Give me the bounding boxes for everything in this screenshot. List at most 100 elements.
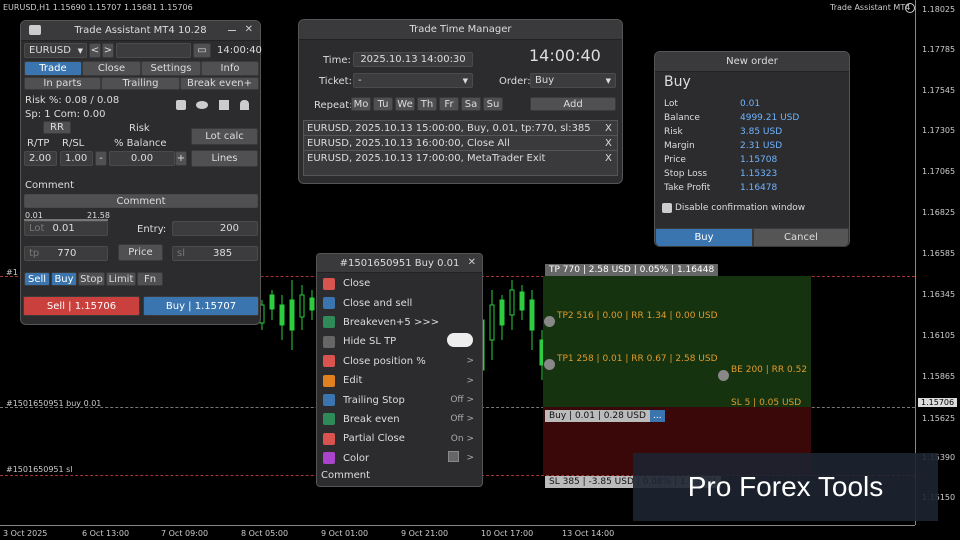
balance-label: % Balance (114, 138, 167, 149)
ta-titlebar[interactable]: Trade Assistant MT4 10.28 ✕ (21, 21, 260, 41)
risk-plus-button[interactable]: + (175, 151, 187, 166)
order-type-fn[interactable]: Fn (137, 272, 163, 286)
tab-in-parts[interactable]: In parts (24, 77, 101, 90)
tab-trailing[interactable]: Trailing (101, 77, 180, 90)
day-tu[interactable]: Tu (373, 97, 393, 111)
day-su[interactable]: Su (483, 97, 503, 111)
folder-icon[interactable]: ▭ (193, 43, 211, 58)
menu-item[interactable]: Close position % > (317, 352, 482, 371)
new-order-dialog: New order Buy Lot 0.01 Balance 4999.21 USD R… (654, 51, 850, 247)
menu-item[interactable]: Close and sell (317, 293, 482, 312)
lot-input[interactable]: Lot 0.01 (24, 221, 108, 236)
entry-input[interactable]: 200 (172, 221, 258, 236)
ttm-time-input[interactable]: 2025.10.13 14:00:30 (353, 52, 473, 67)
bell-icon[interactable] (240, 100, 249, 110)
sl-input[interactable]: sl 385 (172, 246, 258, 261)
tp-input[interactable]: tp 770 (24, 246, 108, 261)
day-we[interactable]: We (395, 97, 415, 111)
menu-item[interactable]: Partial Close On > (317, 429, 482, 448)
price-tick: 1.16825 (922, 208, 956, 217)
order-field-label: Margin (664, 141, 695, 151)
menu-item[interactable]: Trailing Stop Off > (317, 390, 482, 409)
task-delete-button[interactable]: X (605, 123, 612, 134)
time-tick: 9 Oct 21:00 (401, 529, 449, 538)
color-swatch[interactable] (448, 451, 459, 462)
eye-icon[interactable] (196, 101, 208, 109)
minimize-icon[interactable] (228, 30, 236, 31)
rtp-stepper[interactable]: 2.00 (24, 151, 57, 166)
task-row[interactable]: EURUSD, 2025.10.13 15:00:00, Buy, 0.01, … (304, 121, 617, 136)
menu-item[interactable]: Break even Off > (317, 410, 482, 429)
menu-item-suffix: > (466, 453, 474, 464)
order-field-value: 1.15708 (740, 155, 778, 165)
tp-zone-header[interactable]: TP 770 | 2.58 USD | 0.05% | 1.16448 (545, 264, 719, 276)
be-handle[interactable] (718, 370, 729, 381)
next-symbol-button[interactable]: > (102, 43, 114, 58)
watermark: Pro Forex Tools (633, 453, 938, 521)
tp1-handle[interactable] (544, 359, 555, 370)
comment-input[interactable]: Comment (24, 194, 258, 208)
day-sa[interactable]: Sa (461, 97, 481, 111)
prev-symbol-button[interactable]: < (89, 43, 101, 58)
comment-value: Comment (116, 195, 166, 207)
symbol-select[interactable]: EURUSD ▼ (24, 43, 87, 58)
camera-icon[interactable] (29, 25, 41, 35)
order-type-limit[interactable]: Limit (106, 272, 136, 286)
buy-zone-label[interactable]: Buy | 0.01 | 0.28 USD (545, 410, 650, 422)
day-th[interactable]: Th (417, 97, 437, 111)
confirm-cancel-button[interactable]: Cancel (753, 228, 849, 247)
close-icon[interactable]: ✕ (468, 257, 476, 268)
sell-button[interactable]: Sell | 1.15706 (23, 296, 140, 316)
price-button[interactable]: Price (118, 244, 163, 261)
order-field-label: Risk (664, 127, 683, 137)
ttm-ticket-select[interactable]: - ▼ (353, 73, 473, 88)
menu-item-label: Break even (343, 413, 400, 425)
order-type-stop[interactable]: Stop (78, 272, 105, 286)
rr-button[interactable]: RR (43, 121, 71, 134)
ttm-titlebar[interactable]: Trade Time Manager (299, 20, 622, 40)
order-field-label: Balance (664, 113, 700, 123)
rtp-value: 2.00 (29, 153, 52, 164)
tab-info[interactable]: Info (201, 61, 259, 76)
menu-item[interactable]: Close (317, 274, 482, 293)
menu-item[interactable]: Breakeven+5 >>> (317, 313, 482, 332)
day-fr[interactable]: Fr (439, 97, 459, 111)
tab-trade[interactable]: Trade (24, 61, 82, 76)
confirm-buy-button[interactable]: Buy (655, 228, 753, 247)
tp2-label: TP2 516 | 0.00 | RR 1.34 | 0.00 USD (557, 311, 718, 321)
disable-confirm-checkbox[interactable] (662, 203, 672, 213)
risk-minus-button[interactable]: - (95, 151, 107, 166)
ttm-task-list: EURUSD, 2025.10.13 15:00:00, Buy, 0.01, … (303, 120, 618, 176)
ttm-add-button[interactable]: Add (530, 97, 616, 111)
task-row[interactable]: EURUSD, 2025.10.13 16:00:00, Close All X (304, 136, 617, 151)
day-mo[interactable]: Mo (351, 97, 371, 111)
tab-settings[interactable]: Settings (141, 61, 201, 76)
task-delete-button[interactable]: X (605, 138, 612, 149)
symbol-search-input[interactable] (116, 43, 191, 58)
close-icon[interactable]: ✕ (245, 24, 253, 35)
new-order-titlebar[interactable]: New order (655, 52, 849, 72)
order-type-sell[interactable]: Sell (24, 272, 50, 286)
order-type-buy[interactable]: Buy (51, 272, 77, 286)
buy-button[interactable]: Buy | 1.15707 (143, 296, 259, 316)
risk-input[interactable]: 0.00 (109, 151, 175, 166)
calendar-icon[interactable] (219, 100, 229, 110)
tab-close[interactable]: Close (82, 61, 141, 76)
menu-titlebar: #1501650951 Buy 0.01 ✕ (317, 254, 482, 273)
lines-button[interactable]: Lines (191, 150, 258, 167)
rsl-stepper[interactable]: 1.00 (60, 151, 93, 166)
order-field-value: 1.16478 (740, 183, 778, 193)
menu-item-label: Hide SL TP (343, 336, 397, 348)
ttm-order-select[interactable]: Buy ▼ (530, 73, 616, 88)
task-delete-button[interactable]: X (605, 153, 612, 164)
buy-more-button[interactable]: ... (650, 410, 665, 422)
tab-break-even[interactable]: Break even+ (180, 77, 259, 90)
search-icon[interactable] (176, 100, 186, 110)
hide-sltp-toggle[interactable] (447, 333, 473, 347)
task-row[interactable]: EURUSD, 2025.10.13 17:00:00, MetaTrader … (304, 151, 617, 166)
ttm-time-value: 2025.10.13 14:00:30 (360, 54, 466, 65)
menu-item[interactable]: Edit > (317, 371, 482, 390)
tp2-handle[interactable] (544, 316, 555, 327)
order-field-value: 3.85 USD (740, 127, 783, 137)
lot-calc-button[interactable]: Lot calc (191, 128, 258, 145)
